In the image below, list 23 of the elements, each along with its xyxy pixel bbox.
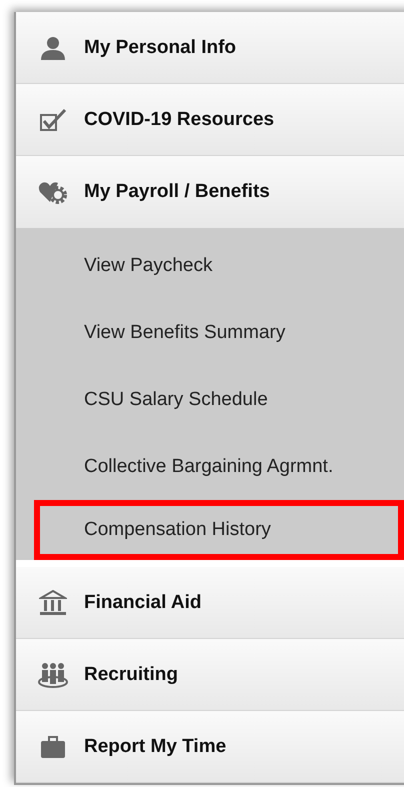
people-icon xyxy=(37,662,69,688)
menu-label: COVID-19 Resources xyxy=(84,108,274,130)
person-icon xyxy=(40,36,66,60)
menu-item[interactable]: COVID-19 Resources xyxy=(16,84,404,156)
submenu-item[interactable]: Collective Bargaining Agrmnt. xyxy=(16,433,404,500)
menu-label: Recruiting xyxy=(84,664,178,686)
menu-item[interactable]: My Payroll / Benefits xyxy=(16,156,404,228)
menu-label: My Personal Info xyxy=(84,36,236,58)
menu-item[interactable]: Recruiting xyxy=(16,639,404,711)
menu-label: Report My Time xyxy=(84,736,226,758)
submenu-item[interactable]: CSU Salary Schedule xyxy=(16,366,404,433)
heart-gear-icon xyxy=(38,180,68,204)
briefcase-icon xyxy=(39,734,67,758)
submenu-item[interactable]: View Paycheck xyxy=(16,232,404,299)
menu-item[interactable]: My Personal Info xyxy=(16,12,404,84)
submenu-item[interactable]: Compensation History xyxy=(34,500,404,560)
menu-item[interactable]: Financial Aid xyxy=(16,567,404,639)
menu-label: My Payroll / Benefits xyxy=(84,181,270,203)
menu-item[interactable]: Report My Time xyxy=(16,711,404,783)
submenu-item[interactable]: View Benefits Summary xyxy=(16,299,404,366)
bank-icon xyxy=(39,590,67,616)
checkbox-icon xyxy=(39,108,67,132)
menu-label: Financial Aid xyxy=(84,592,202,614)
